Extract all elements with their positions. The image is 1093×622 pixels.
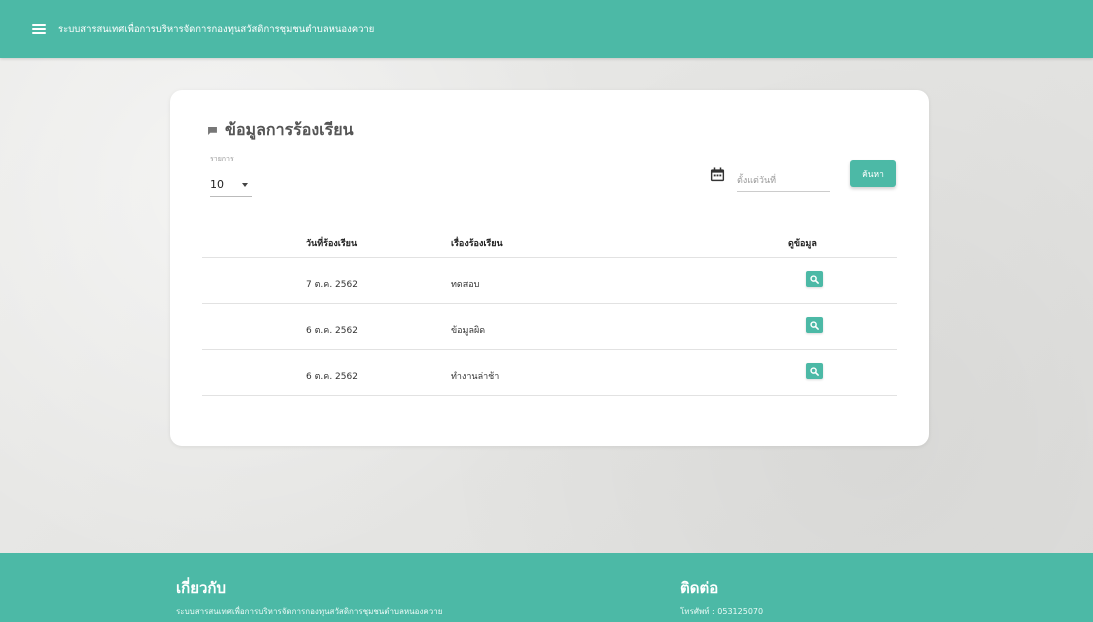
row-subject: ทดสอบ	[451, 280, 480, 290]
column-header-subject: เรื่องร้องเรียน	[451, 239, 503, 249]
footer-contact-title: ติดต่อ	[680, 579, 719, 597]
row-date: 6 ต.ค. 2562	[306, 372, 358, 382]
column-header-view: ดูข้อมูล	[788, 239, 817, 249]
view-details-button[interactable]	[806, 317, 823, 333]
footer-contact-phone: โทรศัพท์ : 053125070	[680, 607, 764, 616]
menu-icon[interactable]	[32, 24, 46, 34]
table-header: วันที่ร้องเรียน เรื่องร้องเรียน ดูข้อมูล	[202, 222, 897, 258]
search-icon	[810, 320, 819, 330]
calendar-icon[interactable]	[710, 167, 725, 182]
search-button[interactable]: ค้นหา	[850, 160, 896, 187]
app-title: ระบบสารสนเทศเพื่อการบริหารจัดการกองทุนสว…	[58, 23, 375, 35]
comment-icon	[208, 126, 217, 135]
per-page-label: รายการ	[210, 155, 234, 163]
chevron-down-icon	[242, 182, 248, 187]
table-row: 7 ต.ค. 2562 ทดสอบ	[202, 258, 897, 304]
date-filter	[710, 162, 830, 192]
per-page-control: รายการ 10	[210, 154, 252, 197]
view-details-button[interactable]	[806, 271, 823, 287]
row-date: 6 ต.ค. 2562	[306, 326, 358, 336]
table-row: 6 ต.ค. 2562 ทำงานล่าช้า	[202, 350, 897, 396]
row-date: 7 ต.ค. 2562	[306, 280, 358, 290]
footer-about-text: ระบบสารสนเทศเพื่อการบริหารจัดการกองทุนสว…	[176, 607, 443, 616]
column-header-date: วันที่ร้องเรียน	[306, 239, 358, 249]
row-subject: ทำงานล่าช้า	[451, 372, 500, 382]
per-page-select[interactable]: 10	[210, 173, 252, 197]
row-subject: ข้อมูลผิด	[451, 326, 486, 336]
search-icon	[810, 366, 819, 376]
view-details-button[interactable]	[806, 363, 823, 379]
table-row: 6 ต.ค. 2562 ข้อมูลผิด	[202, 304, 897, 350]
search-icon	[810, 274, 819, 284]
footer: เกี่ยวกับ ระบบสารสนเทศเพื่อการบริหารจัดก…	[0, 553, 1093, 622]
complaints-table: วันที่ร้องเรียน เรื่องร้องเรียน ดูข้อมูล…	[202, 222, 897, 396]
footer-about-title: เกี่ยวกับ	[176, 579, 227, 597]
card-header: ข้อมูลการร้องเรียน	[208, 118, 354, 143]
card-title: ข้อมูลการร้องเรียน	[225, 120, 354, 139]
app-header: ระบบสารสนเทศเพื่อการบริหารจัดการกองทุนสว…	[0, 0, 1093, 58]
per-page-value: 10	[210, 178, 224, 191]
start-date-input[interactable]	[737, 162, 830, 192]
complaints-card: ข้อมูลการร้องเรียน รายการ 10 ค้นหา วันที…	[170, 90, 929, 446]
